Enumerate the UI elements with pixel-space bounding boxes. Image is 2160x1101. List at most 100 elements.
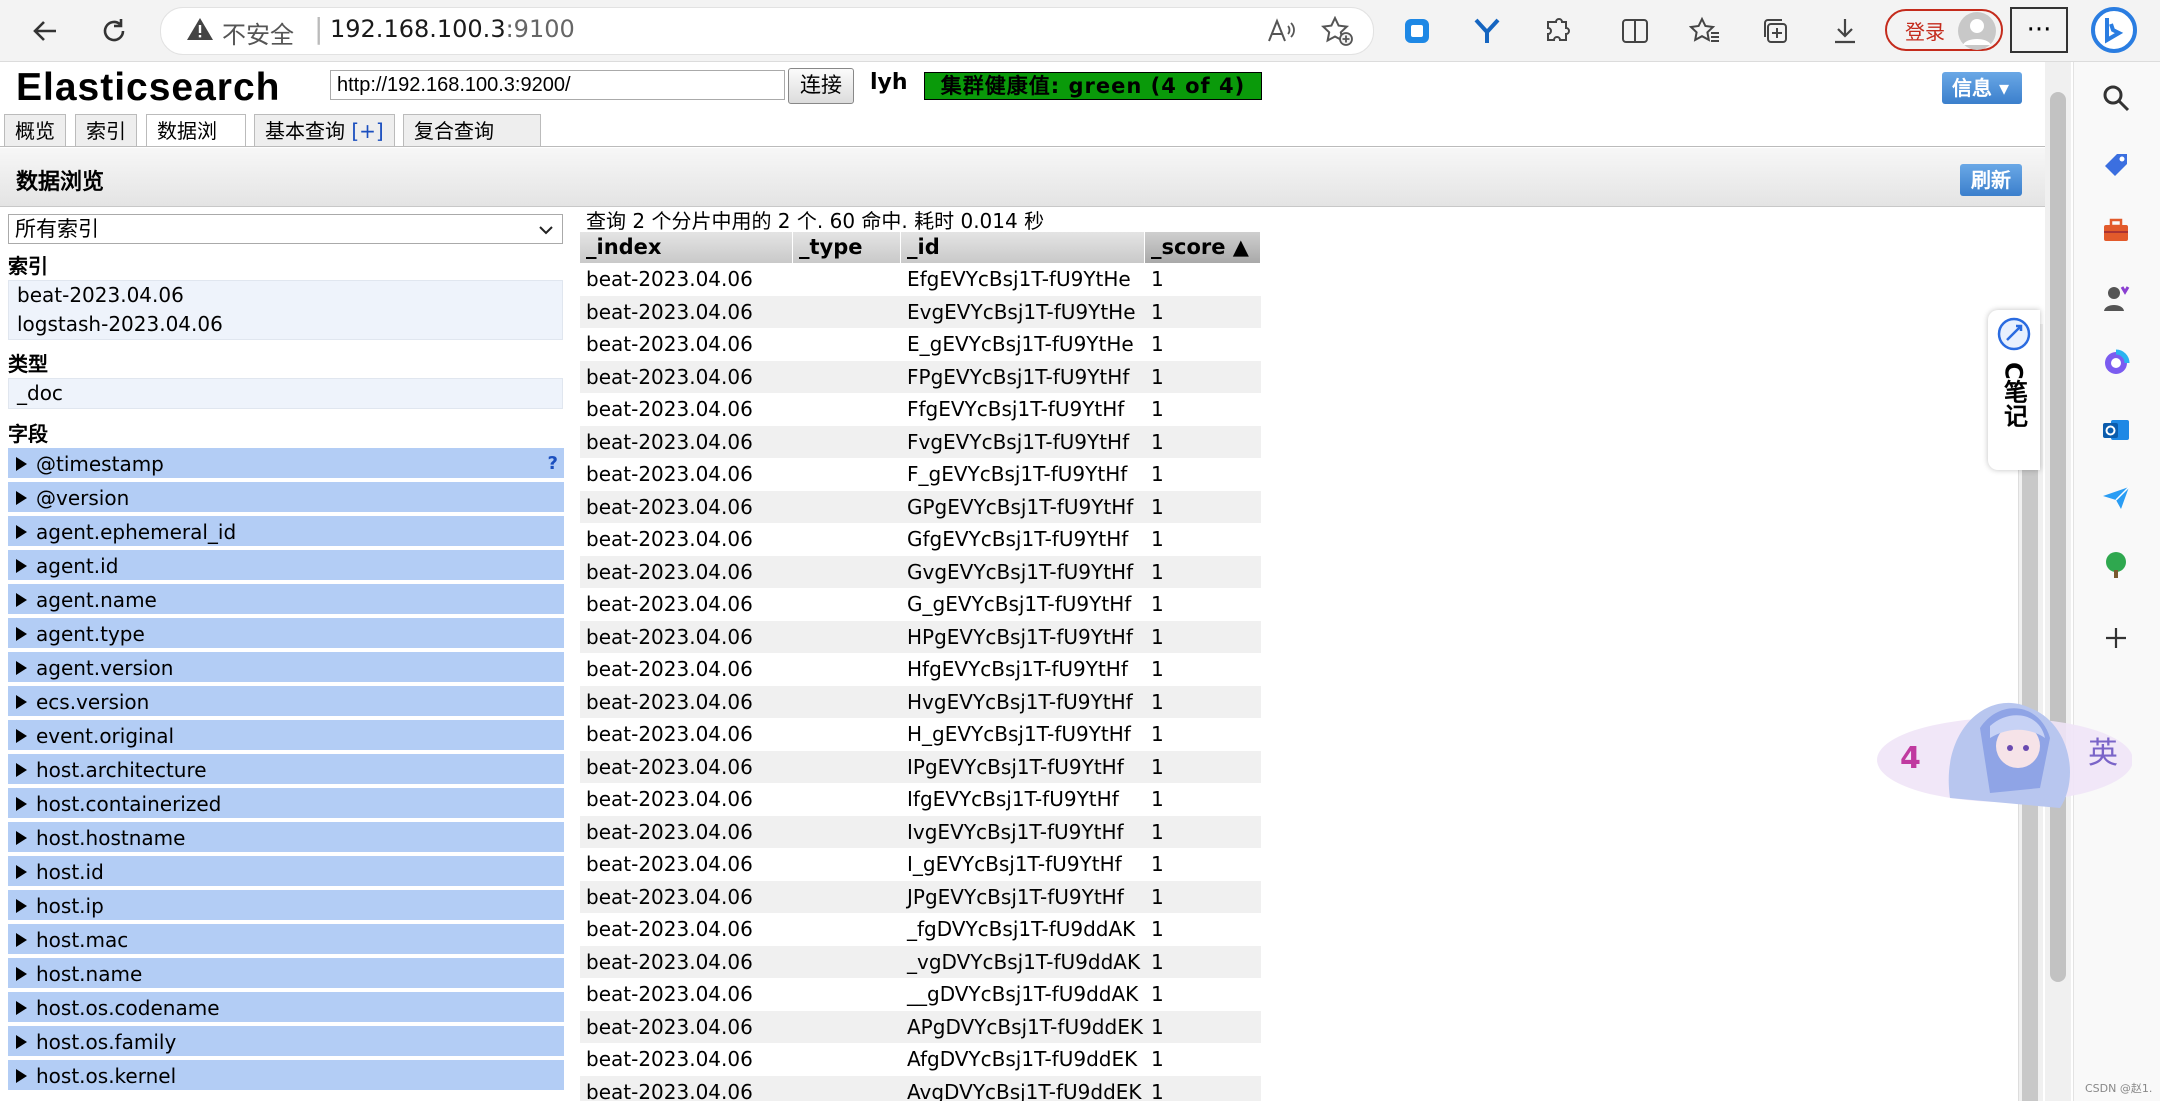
expand-triangle-icon[interactable] — [16, 933, 27, 947]
table-row[interactable]: beat-2023.04.06 E_gEVYcBsj1T-fU9YtHe 1 — [580, 328, 1261, 361]
expand-triangle-icon[interactable] — [16, 729, 27, 743]
field-item[interactable]: agent.type — [8, 618, 564, 650]
cluster-url-input[interactable]: http://192.168.100.3:9200/ — [330, 70, 785, 100]
expand-triangle-icon[interactable] — [16, 899, 27, 913]
add-icon[interactable] — [2096, 618, 2136, 658]
expand-triangle-icon[interactable] — [16, 695, 27, 709]
field-item[interactable]: host.id — [8, 856, 564, 888]
tab-basic-query[interactable]: 基本查询 [+] — [254, 114, 395, 146]
field-item[interactable]: agent.version — [8, 652, 564, 684]
note-widget[interactable]: C笔记 — [1988, 310, 2040, 470]
field-item[interactable]: agent.name — [8, 584, 564, 616]
download-icon[interactable] — [1828, 14, 1862, 48]
decorative-mascot-image[interactable]: 4 英 — [1870, 668, 2133, 828]
table-row[interactable]: beat-2023.04.06 I_gEVYcBsj1T-fU9YtHf 1 — [580, 848, 1261, 881]
field-item[interactable]: host.containerized — [8, 788, 564, 820]
table-row[interactable]: beat-2023.04.06 F_gEVYcBsj1T-fU9YtHf 1 — [580, 458, 1261, 491]
field-item[interactable]: host.architecture — [8, 754, 564, 786]
table-row[interactable]: beat-2023.04.06 GvgEVYcBsj1T-fU9YtHf 1 — [580, 555, 1261, 588]
extension-y-icon[interactable] — [1470, 14, 1504, 48]
expand-triangle-icon[interactable] — [16, 627, 27, 641]
table-row[interactable]: beat-2023.04.06 APgDVYcBsj1T-fU9ddEK 1 — [580, 1010, 1261, 1043]
split-screen-icon[interactable] — [1618, 14, 1652, 48]
warning-icon[interactable] — [186, 16, 214, 46]
table-row[interactable]: beat-2023.04.06 GPgEVYcBsj1T-fU9YtHf 1 — [580, 490, 1261, 523]
tab-add-button[interactable]: [+] — [351, 119, 383, 143]
index-select[interactable]: 所有索引 — [8, 214, 563, 244]
table-row[interactable]: beat-2023.04.06 G_gEVYcBsj1T-fU9YtHf 1 — [580, 588, 1261, 621]
table-row[interactable]: beat-2023.04.06 IPgEVYcBsj1T-fU9YtHf 1 — [580, 750, 1261, 783]
table-row[interactable]: beat-2023.04.06 EfgEVYcBsj1T-fU9YtHe 1 — [580, 263, 1261, 296]
expand-triangle-icon[interactable] — [16, 1035, 27, 1049]
tab-indices[interactable]: 索引 — [75, 114, 137, 146]
column-header-id[interactable]: _id — [901, 232, 1145, 263]
bing-icon[interactable] — [2090, 6, 2138, 54]
type-item[interactable]: _doc — [9, 379, 562, 408]
search-icon[interactable] — [2096, 78, 2136, 118]
field-item[interactable]: host.mac — [8, 924, 564, 956]
index-item[interactable]: beat-2023.04.06 — [9, 281, 562, 310]
url-text[interactable]: 192.168.100.3:9100 — [330, 15, 575, 43]
tag-icon[interactable] — [2096, 145, 2136, 185]
field-item[interactable]: ecs.version — [8, 686, 564, 718]
expand-triangle-icon[interactable] — [16, 831, 27, 845]
table-row[interactable]: beat-2023.04.06 FfgEVYcBsj1T-fU9YtHf 1 — [580, 393, 1261, 426]
toolbox-icon[interactable] — [2096, 210, 2136, 250]
column-header-type[interactable]: _type — [793, 232, 901, 263]
refresh-icon[interactable] — [95, 12, 133, 50]
expand-triangle-icon[interactable] — [16, 1069, 27, 1083]
table-row[interactable]: beat-2023.04.06 _vgDVYcBsj1T-fU9ddAK 1 — [580, 945, 1261, 978]
expand-triangle-icon[interactable] — [16, 865, 27, 879]
table-row[interactable]: beat-2023.04.06 GfgEVYcBsj1T-fU9YtHf 1 — [580, 523, 1261, 556]
field-item[interactable]: host.os.codename — [8, 992, 564, 1024]
field-item[interactable]: host.hostname — [8, 822, 564, 854]
more-icon[interactable]: ··· — [2010, 7, 2068, 53]
field-item[interactable]: agent.id — [8, 550, 564, 582]
extension-blue-icon[interactable] — [1400, 14, 1434, 48]
field-item[interactable]: @timestamp? — [8, 448, 564, 480]
games-icon[interactable] — [2096, 278, 2136, 318]
field-item[interactable]: host.ip — [8, 890, 564, 922]
refresh-button[interactable]: 刷新 — [1960, 164, 2022, 196]
page-scroll-thumb[interactable] — [2050, 92, 2066, 982]
field-item[interactable]: @version — [8, 482, 564, 514]
expand-triangle-icon[interactable] — [16, 457, 27, 471]
outlook-icon[interactable] — [2096, 410, 2136, 450]
table-row[interactable]: beat-2023.04.06 JPgEVYcBsj1T-fU9YtHf 1 — [580, 880, 1261, 913]
field-item[interactable]: host.os.family — [8, 1026, 564, 1058]
field-item[interactable]: event.original — [8, 720, 564, 752]
table-row[interactable]: beat-2023.04.06 IvgEVYcBsj1T-fU9YtHf 1 — [580, 815, 1261, 848]
column-header-score[interactable]: _score ▲ — [1145, 232, 1261, 263]
table-row[interactable]: beat-2023.04.06 IfgEVYcBsj1T-fU9YtHf 1 — [580, 783, 1261, 816]
field-item[interactable]: host.os.kernel — [8, 1060, 564, 1092]
expand-triangle-icon[interactable] — [16, 593, 27, 607]
expand-triangle-icon[interactable] — [16, 661, 27, 675]
connect-button[interactable]: 连接 — [788, 68, 854, 104]
expand-triangle-icon[interactable] — [16, 525, 27, 539]
expand-triangle-icon[interactable] — [16, 967, 27, 981]
field-item[interactable]: host.name — [8, 958, 564, 990]
table-row[interactable]: beat-2023.04.06 HPgEVYcBsj1T-fU9YtHf 1 — [580, 620, 1261, 653]
back-icon[interactable] — [26, 12, 64, 50]
tree-icon[interactable] — [2096, 545, 2136, 585]
table-row[interactable]: beat-2023.04.06 HvgEVYcBsj1T-fU9YtHf 1 — [580, 685, 1261, 718]
column-header-index[interactable]: _index — [580, 232, 793, 263]
copilot-icon[interactable] — [2096, 343, 2136, 383]
tab-complex-query[interactable]: 复合查询 [+] — [403, 114, 541, 175]
table-row[interactable]: beat-2023.04.06 FvgEVYcBsj1T-fU9YtHf 1 — [580, 425, 1261, 458]
table-row[interactable]: beat-2023.04.06 EvgEVYcBsj1T-fU9YtHe 1 — [580, 295, 1261, 328]
index-item[interactable]: logstash-2023.04.06 — [9, 310, 562, 339]
table-row[interactable]: beat-2023.04.06 _fgDVYcBsj1T-fU9ddAK 1 — [580, 913, 1261, 946]
expand-triangle-icon[interactable] — [16, 763, 27, 777]
info-dropdown-button[interactable]: 信息 ▾ — [1942, 72, 2022, 104]
table-row[interactable]: beat-2023.04.06 FPgEVYcBsj1T-fU9YtHf 1 — [580, 360, 1261, 393]
expand-triangle-icon[interactable] — [16, 797, 27, 811]
tab-overview[interactable]: 概览 — [4, 114, 66, 146]
table-row[interactable]: beat-2023.04.06 HfgEVYcBsj1T-fU9YtHf 1 — [580, 653, 1261, 686]
expand-triangle-icon[interactable] — [16, 491, 27, 505]
table-row[interactable]: beat-2023.04.06 AvgDVYcBsj1T-fU9ddEK 1 — [580, 1075, 1261, 1101]
extension-icon[interactable] — [1540, 14, 1574, 48]
favorites-icon[interactable] — [1688, 14, 1722, 48]
security-label[interactable]: 不安全 — [222, 15, 294, 50]
collections-icon[interactable] — [1758, 14, 1792, 48]
